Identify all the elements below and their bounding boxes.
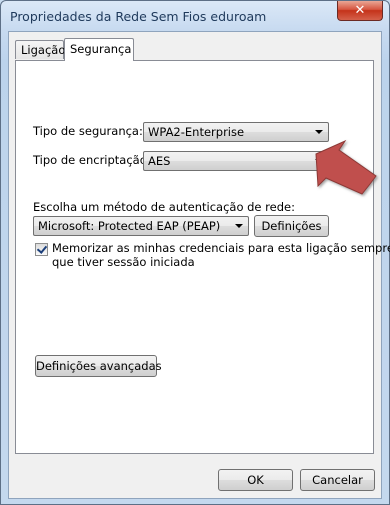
window-title: Propriedades da Rede Sem Fios eduroam bbox=[10, 9, 267, 24]
security-tab-page: Tipo de segurança: WPA2-Enterprise Tipo … bbox=[15, 60, 390, 454]
remember-label-line2: que tiver sessão iniciada bbox=[52, 255, 195, 269]
dialog-window: Propriedades da Rede Sem Fios eduroam ✕ … bbox=[0, 0, 390, 505]
ok-button[interactable]: OK bbox=[218, 469, 293, 491]
dialog-client-area: Ligação Segurança Tipo de segurança: WPA… bbox=[8, 31, 390, 499]
encryption-type-dropdown[interactable]: AES bbox=[143, 151, 329, 171]
title-bar[interactable]: Propriedades da Rede Sem Fios eduroam ✕ bbox=[1, 1, 389, 31]
chevron-down-icon bbox=[235, 224, 243, 228]
security-type-label: Tipo de segurança: bbox=[33, 124, 143, 138]
cancel-button[interactable]: Cancelar bbox=[300, 469, 375, 491]
encryption-type-value: AES bbox=[148, 154, 171, 168]
auth-settings-button[interactable]: Definições bbox=[254, 215, 329, 237]
auth-method-label: Escolha um método de autenticação de red… bbox=[33, 200, 295, 214]
security-type-dropdown[interactable]: WPA2-Enterprise bbox=[143, 122, 329, 142]
auth-method-dropdown[interactable]: Microsoft: Protected EAP (PEAP) bbox=[33, 216, 249, 236]
chevron-down-icon bbox=[315, 130, 323, 134]
remember-credentials-label: Memorizar as minhas credenciais para est… bbox=[52, 241, 390, 269]
advanced-settings-button[interactable]: Definições avançadas bbox=[35, 355, 162, 377]
close-icon: ✕ bbox=[354, 3, 366, 18]
auth-method-value: Microsoft: Protected EAP (PEAP) bbox=[38, 219, 221, 233]
chevron-down-icon bbox=[315, 159, 323, 163]
tab-seguranca[interactable]: Segurança bbox=[64, 38, 134, 61]
security-type-value: WPA2-Enterprise bbox=[148, 125, 245, 139]
tab-ligacao[interactable]: Ligação bbox=[15, 40, 65, 59]
close-button[interactable]: ✕ bbox=[337, 1, 383, 21]
encryption-type-label: Tipo de encriptação: bbox=[33, 153, 151, 167]
remember-credentials-checkbox[interactable] bbox=[35, 243, 48, 256]
remember-label-line1: Memorizar as minhas credenciais para est… bbox=[52, 241, 390, 255]
